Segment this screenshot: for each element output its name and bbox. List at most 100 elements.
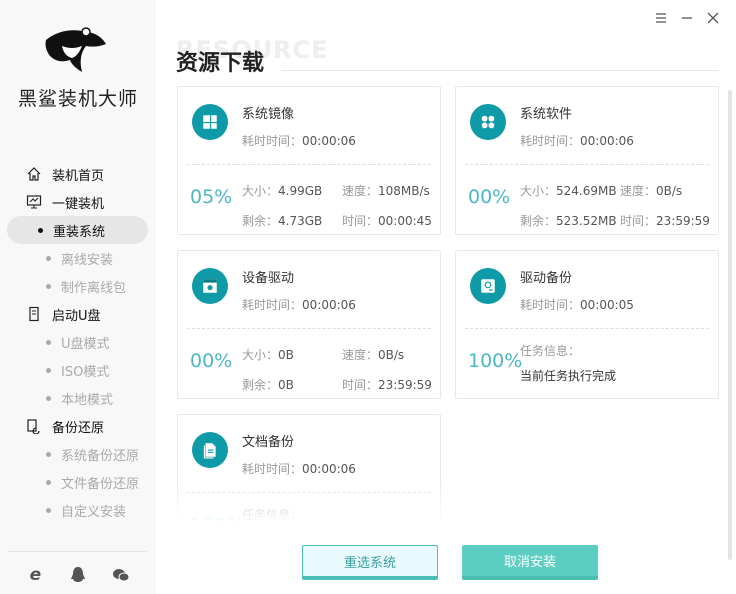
elapsed-time: 耗时时间：00:00:06 xyxy=(520,134,634,148)
elapsed-time: 耗时时间：00:00:06 xyxy=(242,462,356,476)
progress-percent: 05% xyxy=(190,186,233,208)
usb-icon xyxy=(29,306,39,322)
shark-logo xyxy=(45,27,106,72)
bullet-icon xyxy=(46,283,51,289)
sidebar-subitem-label: 文件备份还原 xyxy=(61,476,140,492)
remaining-value: 523.52MB xyxy=(556,214,617,228)
task-info-label: 任务信息： xyxy=(520,344,581,358)
qq-icon[interactable] xyxy=(69,566,87,584)
apps-icon xyxy=(481,115,495,129)
sidebar-item-label: 备份还原 xyxy=(52,420,105,436)
time-value: 00:00:45 xyxy=(378,214,432,228)
minimize-icon[interactable] xyxy=(680,10,694,24)
sidebar-subitem-label: 重装系统 xyxy=(53,224,106,240)
bullet-icon xyxy=(46,255,51,261)
sidebar-item-group[interactable]: 装机首页 xyxy=(0,160,156,188)
bullet-icon xyxy=(46,339,51,345)
backup-restore-icon xyxy=(27,419,40,434)
card-icon xyxy=(192,104,228,140)
sidebar-item-group[interactable]: 启动U盘 xyxy=(0,300,156,328)
bullet-icon xyxy=(46,395,51,401)
sidebar-item-label: 装机首页 xyxy=(52,168,105,184)
size-value: 4.99GB xyxy=(278,184,323,198)
remaining-value: 0B xyxy=(278,378,294,392)
scrollbar[interactable] xyxy=(728,90,732,560)
speed-value: 0B/s xyxy=(656,184,683,198)
reselect-system-button[interactable]: 重选系统 xyxy=(302,545,438,580)
elapsed-time: 耗时时间：00:00:05 xyxy=(520,298,634,312)
sidebar-subitem-label: 系统备份还原 xyxy=(61,448,140,464)
sidebar-subitem[interactable]: 自定义安装 xyxy=(8,496,148,524)
elapsed-time: 耗时时间：00:00:06 xyxy=(242,134,356,148)
sidebar-item-label: 一键装机 xyxy=(52,196,105,212)
bullet-icon xyxy=(38,227,43,233)
sidebar-item-group[interactable]: 一键装机 xyxy=(0,188,156,216)
document-icon xyxy=(203,443,216,459)
card-icon xyxy=(470,104,506,140)
brand-name: 黑鲨装机大师 xyxy=(17,88,138,110)
sidebar: 黑鲨装机大师 装机首页一键装机重装系统离线安装制作离线包启动U盘 U盘模式 ISO模… xyxy=(0,0,156,594)
card-title: 设备驱动 xyxy=(242,271,295,286)
progress-percent: 00% xyxy=(190,350,233,372)
card-icon xyxy=(470,268,506,304)
sidebar-subitem[interactable]: 本地模式 xyxy=(8,384,148,412)
elapsed-time: 耗时时间：00:00:06 xyxy=(242,298,356,312)
speed-value: 108MB/s xyxy=(378,184,430,198)
sidebar-subitem-label: 本地模式 xyxy=(61,392,114,408)
sidebar-subitem-label: ISO模式 xyxy=(61,364,110,380)
disk-icon xyxy=(481,279,495,293)
card-icon xyxy=(192,268,228,304)
sidebar-nav: 装机首页一键装机重装系统离线安装制作离线包启动U盘 U盘模式 ISO模式本地模式备份… xyxy=(0,160,156,524)
wechat-icon[interactable] xyxy=(112,566,130,584)
sidebar-subitem[interactable]: 文件备份还原 xyxy=(8,468,148,496)
home-icon xyxy=(27,167,41,181)
divider xyxy=(187,164,431,165)
divider xyxy=(465,164,709,165)
download-list: 系统镜像 耗时时间：00:00:06 05% 大小：4.99GB 速度：108MB… xyxy=(170,80,730,530)
card-title: 驱动备份 xyxy=(520,271,573,286)
fade-overlay xyxy=(170,480,730,530)
driver-icon xyxy=(203,279,217,293)
download-card: 驱动备份 耗时时间：00:00:05 100% 任务信息： 当前任务执行完成 xyxy=(455,250,719,399)
sidebar-subitem[interactable]: 离线安装 xyxy=(8,244,148,272)
sidebar-item-label: 启动U盘 xyxy=(52,308,101,324)
speed-value: 0B/s xyxy=(378,348,405,362)
sidebar-subitem[interactable]: 重装系统 xyxy=(7,216,148,244)
time-value: 23:59:59 xyxy=(656,214,710,228)
sidebar-subitem[interactable]: 系统备份还原 xyxy=(8,440,148,468)
download-card: 系统镜像 耗时时间：00:00:06 05% 大小：4.99GB 速度：108MB… xyxy=(177,86,441,235)
card-title: 系统软件 xyxy=(520,107,573,122)
progress-percent: 00% xyxy=(468,186,511,208)
task-info-value: 当前任务执行完成 xyxy=(520,369,617,383)
close-icon[interactable] xyxy=(706,10,720,24)
size-value: 0B xyxy=(278,348,294,362)
sidebar-subitem[interactable]: ISO模式 xyxy=(8,356,148,384)
windows-icon xyxy=(203,115,217,129)
social-links: e xyxy=(0,565,156,585)
download-card: 系统软件 耗时时间：00:00:06 00% 大小：524.69MB 速度：0B/… xyxy=(455,86,719,235)
sidebar-item-group[interactable]: 备份还原 xyxy=(0,412,156,440)
divider xyxy=(187,328,431,329)
size-value: 524.69MB xyxy=(556,184,617,198)
remaining-value: 4.73GB xyxy=(278,214,323,228)
window-controls xyxy=(654,10,720,24)
sidebar-subitem-label: U盘模式 xyxy=(61,336,110,352)
sidebar-subitem-label: 离线安装 xyxy=(61,252,114,268)
sidebar-subitem-label: 自定义安装 xyxy=(61,504,127,520)
card-title: 系统镜像 xyxy=(242,107,295,122)
cancel-install-button[interactable]: 取消安装 xyxy=(462,545,598,580)
sidebar-subitem[interactable]: U盘模式 xyxy=(8,328,148,356)
sidebar-subitem[interactable]: 制作离线包 xyxy=(8,272,148,300)
menu-icon[interactable] xyxy=(654,10,668,24)
card-icon xyxy=(192,432,228,468)
card-title: 文档备份 xyxy=(242,435,295,450)
download-card: 设备驱动 耗时时间：00:00:06 00% 大小：0B 速度：0B/s 剩余：0… xyxy=(177,250,441,399)
divider xyxy=(282,70,718,71)
bullet-icon xyxy=(46,507,51,513)
divider xyxy=(7,551,147,552)
monitor-icon xyxy=(26,195,42,209)
page-title: 资源下载 xyxy=(176,51,265,76)
sidebar-subitem-label: 制作离线包 xyxy=(61,280,127,296)
progress-percent: 100% xyxy=(468,350,523,372)
ie-icon[interactable]: e xyxy=(26,565,44,585)
